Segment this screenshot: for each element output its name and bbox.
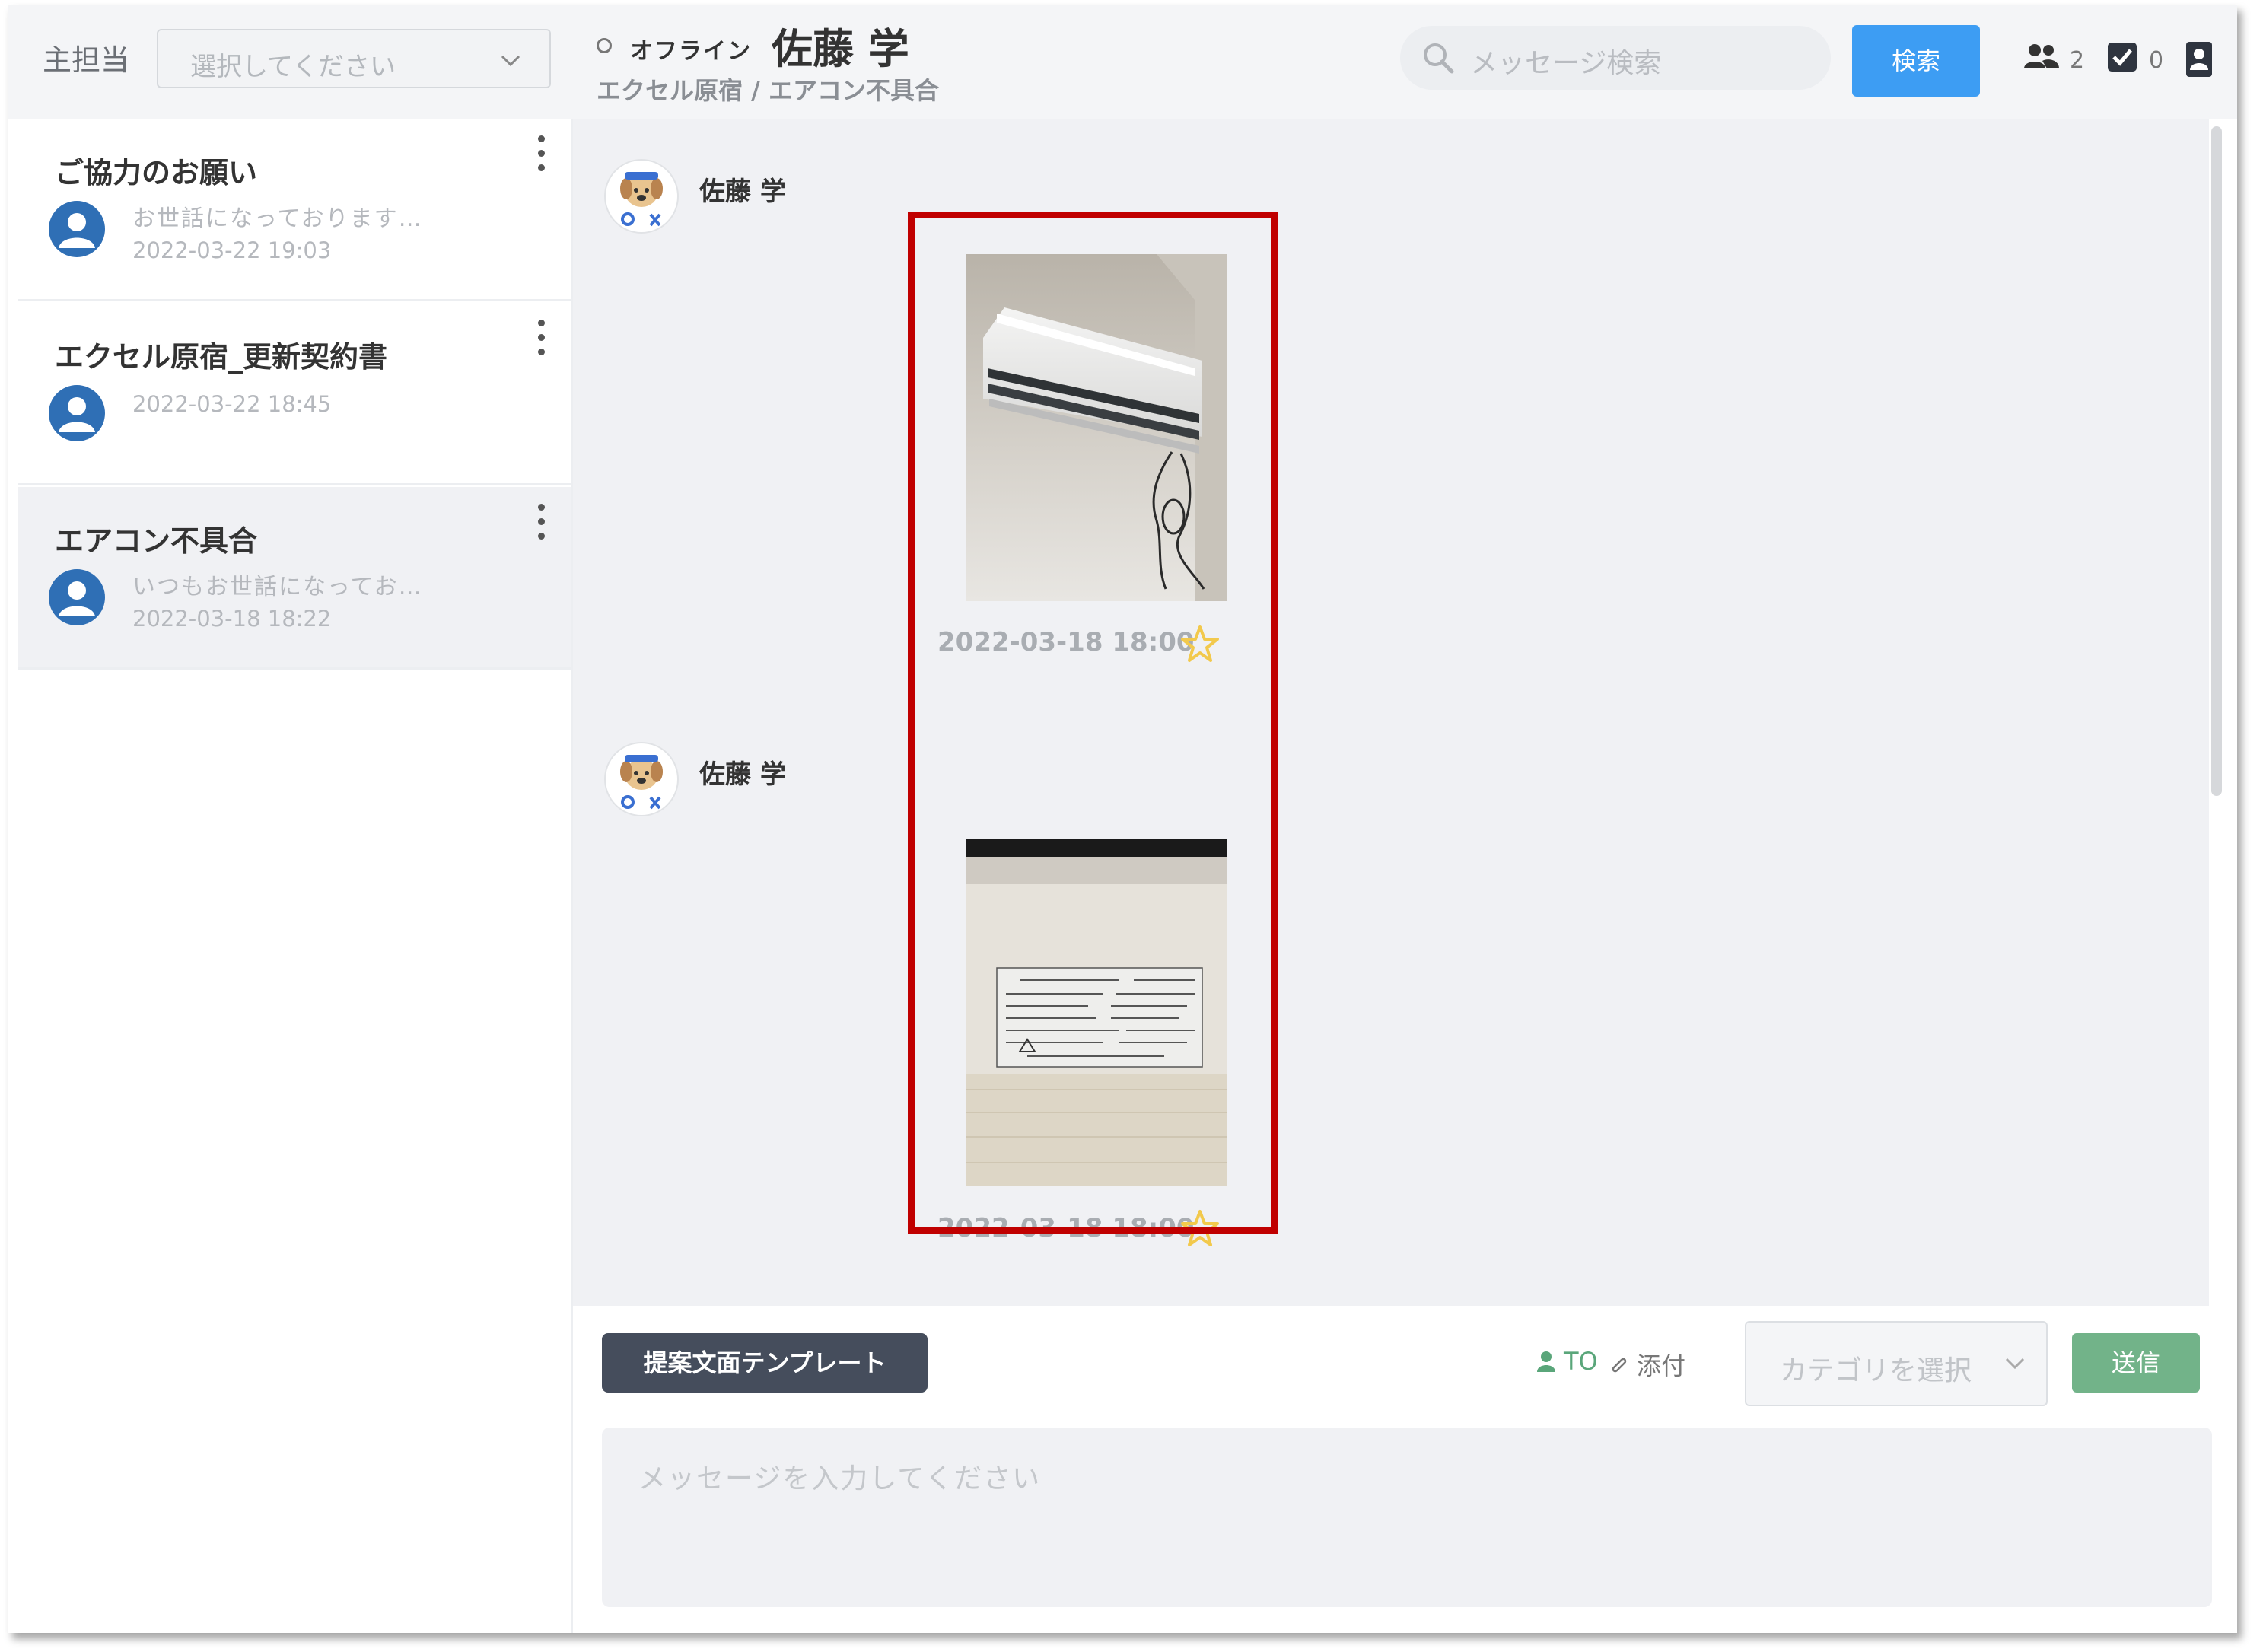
assignee-label: 主担当: [43, 43, 130, 77]
message-list[interactable]: 佐藤 学 2022-03-18 18:00 佐藤 学 2022-03-18 18…: [573, 119, 2209, 1306]
status-text: オフライン: [630, 38, 752, 65]
assignee-select[interactable]: 選択してください: [157, 29, 551, 88]
to-button[interactable]: TO: [1536, 1347, 1598, 1376]
attach-button[interactable]: 添付: [1608, 1347, 1685, 1382]
thread-title: エアコン不具合: [55, 524, 258, 558]
thread-item[interactable]: ご協力のお願い お世話になっております… 2022-03-22 19:03: [18, 119, 571, 301]
contact-card-button[interactable]: [2185, 35, 2216, 81]
search-button[interactable]: 検索: [1852, 25, 1980, 97]
thread-date: 2022-03-22 18:45: [132, 391, 332, 417]
message-search-input[interactable]: メッセージ検索: [1400, 26, 1831, 90]
person-icon: [1537, 1351, 1555, 1372]
offline-status-icon: [597, 38, 612, 53]
members-count: 2: [2070, 47, 2085, 74]
sender-avatar-icon: [604, 742, 679, 816]
checkbox-icon: [2108, 43, 2137, 72]
to-label: TO: [1564, 1347, 1598, 1376]
thread-preview: いつもお世話になってお…: [132, 574, 423, 600]
message-sender: 佐藤 学: [699, 177, 786, 207]
category-placeholder: カテゴリを選択: [1780, 1355, 1972, 1386]
assignee-select-placeholder: 選択してください: [190, 52, 396, 82]
paperclip-icon: [1612, 1358, 1627, 1373]
thread-title: エクセル原宿_更新契約書: [55, 340, 388, 374]
thread-item[interactable]: エクセル原宿_更新契約書 2022-03-22 18:45: [18, 303, 571, 485]
category-select[interactable]: カテゴリを選択: [1745, 1321, 2048, 1406]
message-sender: 佐藤 学: [699, 759, 786, 790]
user-avatar-icon: [49, 201, 105, 257]
chat-app-window: 主担当 選択してください オフライン 佐藤 学 エクセル原宿 / エアコン不具合…: [8, 5, 2237, 1633]
tasks-stat[interactable]: 0: [2106, 35, 2167, 81]
thread-preview: お世話になっております…: [132, 205, 423, 232]
chevron-down-icon: [501, 55, 520, 67]
thread-item-active[interactable]: エアコン不具合 いつもお世話になってお… 2022-03-18 18:22: [18, 487, 571, 670]
proposal-template-button[interactable]: 提案文面テンプレート: [602, 1333, 928, 1393]
attach-label: 添付: [1637, 1351, 1686, 1380]
search-placeholder: メッセージ検索: [1470, 48, 1662, 79]
thread-sidebar: ご協力のお願い お世話になっております… 2022-03-22 19:03 エク…: [8, 119, 573, 1633]
members-stat[interactable]: 2: [2023, 35, 2091, 81]
thread-title: ご協力のお願い: [55, 156, 258, 189]
contact-name: 佐藤 学: [772, 25, 909, 73]
chat-scrollbar[interactable]: [2211, 126, 2222, 796]
user-avatar-icon: [49, 385, 105, 441]
contact-card-icon: [2186, 42, 2212, 77]
thread-date: 2022-03-22 19:03: [132, 237, 332, 263]
chevron-down-icon: [2005, 1358, 2025, 1370]
tasks-count: 0: [2149, 47, 2164, 74]
top-bar: 主担当 選択してください オフライン 佐藤 学 エクセル原宿 / エアコン不具合…: [8, 5, 2237, 119]
message-input[interactable]: メッセージを入力してください: [602, 1428, 2212, 1607]
thread-date: 2022-03-18 18:22: [132, 606, 332, 632]
more-options-icon[interactable]: [536, 504, 546, 548]
more-options-icon[interactable]: [536, 135, 546, 180]
send-button[interactable]: 送信: [2072, 1333, 2200, 1393]
sender-avatar-icon: [604, 159, 679, 234]
more-options-icon[interactable]: [536, 320, 546, 364]
search-icon: [1424, 43, 1454, 74]
users-icon: [2024, 44, 2059, 68]
message-input-placeholder: メッセージを入力してください: [638, 1463, 1042, 1494]
user-avatar-icon: [49, 569, 105, 625]
message-composer: 提案文面テンプレート TO 添付 カテゴリを選択 送信 メッセージを入力してくだ…: [573, 1306, 2237, 1633]
highlight-annotation-box: [908, 212, 1278, 1234]
breadcrumb: エクセル原宿 / エアコン不具合: [597, 76, 939, 105]
